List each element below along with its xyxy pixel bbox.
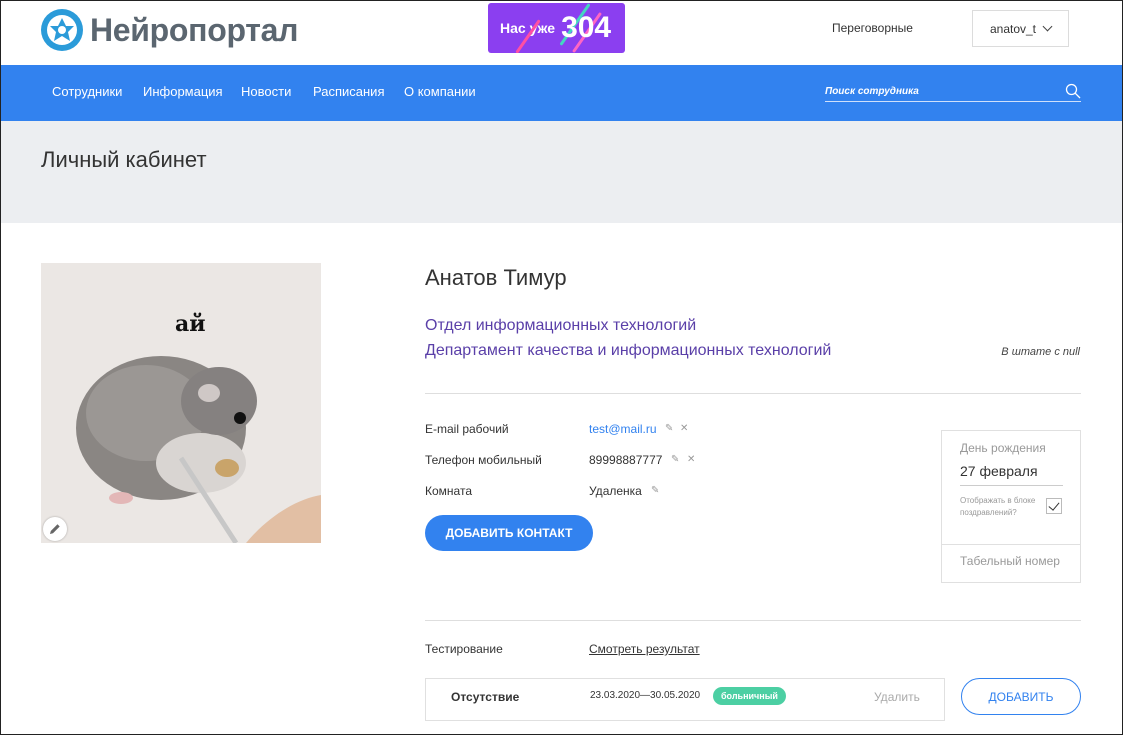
pencil-icon	[50, 524, 60, 534]
birthday-date: 27 февраля	[960, 463, 1038, 479]
counter-value: 304	[561, 11, 612, 44]
delete-phone-icon[interactable]: ✕	[687, 454, 695, 465]
birthday-card: День рождения 27 февраля Отображать в бл…	[941, 430, 1081, 583]
photo-caption: ай	[175, 311, 206, 337]
room-label: Комната	[425, 484, 472, 498]
username: anatov_t	[989, 21, 1037, 36]
logo-text: Нейропортал	[90, 11, 299, 48]
search-icon[interactable]	[1065, 83, 1081, 99]
employee-counter-banner: Нас уже 304	[488, 3, 625, 53]
logo-icon	[41, 9, 83, 51]
phone-value: 89998887777	[589, 453, 663, 467]
chevron-down-icon	[1042, 21, 1053, 32]
profile-photo: ай	[41, 263, 321, 543]
divider	[425, 620, 1081, 621]
page-title: Личный кабинет	[41, 147, 207, 172]
nav-item-employees[interactable]: Сотрудники	[52, 84, 122, 99]
room-value: Удаленка	[589, 484, 642, 498]
staff-since: В штате с null	[1001, 346, 1080, 358]
add-absence-button[interactable]: Добавить	[961, 678, 1081, 715]
nav-item-schedules[interactable]: Расписания	[313, 84, 384, 99]
nav-item-about-company[interactable]: О компании	[404, 84, 476, 99]
nav-item-news[interactable]: Новости	[241, 84, 291, 99]
division[interactable]: Департамент качества и информационных те…	[425, 342, 831, 360]
tab-number-label: Табельный номер	[960, 554, 1060, 568]
employee-search-input[interactable]	[825, 82, 1055, 101]
logo[interactable]: Нейропортал	[39, 7, 298, 53]
meeting-rooms-link[interactable]: Переговорные	[832, 21, 913, 35]
view-result-link[interactable]: Смотреть результат	[589, 642, 700, 656]
edit-photo-button[interactable]	[43, 517, 67, 541]
absence-dates: 23.03.2020—30.05.2020	[590, 690, 701, 701]
absence-type-badge: больничный	[713, 687, 786, 705]
employee-name: Анатов Тимур	[425, 265, 567, 290]
add-contact-button[interactable]: Добавить контакт	[425, 515, 593, 551]
show-in-greetings-label: Отображать в блоке поздравлений?	[960, 496, 1036, 517]
nav-item-information[interactable]: Информация	[143, 84, 223, 99]
edit-room-icon[interactable]: ✎	[651, 485, 659, 496]
birthday-label: День рождения	[960, 441, 1046, 455]
birthday-underline	[960, 485, 1063, 486]
show-in-greetings-checkbox[interactable]	[1046, 498, 1062, 514]
edit-email-icon[interactable]: ✎	[665, 423, 673, 434]
user-menu-dropdown[interactable]: anatov_t	[972, 10, 1069, 47]
department[interactable]: Отдел информационных технологий	[425, 317, 696, 335]
top-header: Нейропортал Нас уже 304 Переговорные ana…	[1, 1, 1122, 65]
delete-absence-button[interactable]: Удалить	[874, 690, 920, 704]
divider	[942, 544, 1080, 545]
divider	[425, 393, 1081, 394]
hamster-image	[41, 263, 321, 543]
delete-email-icon[interactable]: ✕	[680, 423, 688, 434]
phone-label: Телефон мобильный	[425, 453, 542, 467]
email-label: E-mail рабочий	[425, 422, 509, 436]
absence-row: Отсутствие 23.03.2020—30.05.2020 больнич…	[425, 678, 945, 721]
page-title-band: Личный кабинет	[1, 121, 1122, 223]
absence-label: Отсутствие	[451, 690, 520, 704]
employee-search	[825, 81, 1081, 102]
testing-label: Тестирование	[425, 642, 503, 656]
edit-phone-icon[interactable]: ✎	[671, 454, 679, 465]
email-value[interactable]: test@mail.ru	[589, 422, 657, 436]
